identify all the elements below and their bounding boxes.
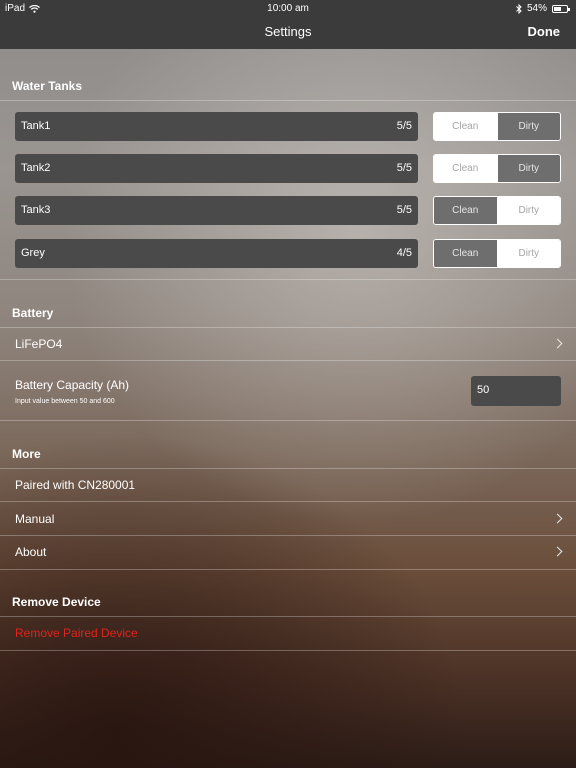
dirty-segment[interactable]: Dirty — [497, 113, 560, 140]
clean-segment[interactable]: Clean — [434, 197, 498, 224]
status-bar: iPad 10:00 am 54% — [0, 0, 576, 18]
remove-paired-device-button[interactable]: Remove Paired Device — [15, 626, 138, 640]
chevron-right-icon — [552, 338, 563, 349]
tank-level: 5/5 — [396, 204, 412, 216]
tank-level-bar: Tank3 5/5 — [15, 196, 418, 225]
separator — [0, 468, 576, 469]
remove-device-header: Remove Device — [12, 595, 101, 609]
water-tanks-header: Water Tanks — [12, 79, 83, 93]
tank-name: Grey — [21, 247, 45, 259]
tank-level-bar: Tank2 5/5 — [15, 154, 418, 183]
manual-row[interactable]: Manual — [15, 512, 54, 526]
tank-level: 5/5 — [396, 162, 412, 174]
separator — [0, 501, 576, 502]
dirty-segment[interactable]: Dirty — [497, 197, 560, 224]
more-header: More — [12, 447, 41, 461]
tank-level-bar: Grey 4/5 — [15, 239, 418, 268]
clean-segment[interactable]: Clean — [434, 240, 498, 267]
separator — [0, 650, 576, 651]
dirty-segment[interactable]: Dirty — [497, 155, 560, 182]
tank1-clean-dirty-control[interactable]: Clean Dirty — [433, 112, 561, 141]
tank-level-bar: Tank1 5/5 — [15, 112, 418, 141]
battery-type-row[interactable]: LiFePO4 — [15, 337, 62, 351]
tank-name: Tank3 — [21, 204, 51, 216]
status-time: 10:00 am — [267, 3, 309, 14]
separator — [0, 360, 576, 361]
battery-capacity-input[interactable]: 50 — [471, 376, 561, 406]
dirty-segment[interactable]: Dirty — [497, 240, 560, 267]
tank-level: 5/5 — [396, 120, 412, 132]
tank3-clean-dirty-control[interactable]: Clean Dirty — [433, 196, 561, 225]
tank2-clean-dirty-control[interactable]: Clean Dirty — [433, 154, 561, 183]
grey-clean-dirty-control[interactable]: Clean Dirty — [433, 239, 561, 268]
about-row[interactable]: About — [15, 545, 46, 559]
battery-icon — [552, 4, 570, 13]
done-button[interactable]: Done — [528, 24, 561, 39]
chevron-right-icon — [552, 546, 563, 557]
separator — [0, 279, 576, 280]
separator — [0, 535, 576, 536]
battery-percent: 54% — [526, 3, 547, 14]
clean-segment[interactable]: Clean — [434, 155, 498, 182]
bluetooth-icon — [516, 3, 522, 14]
separator — [0, 327, 576, 328]
tank-level: 4/5 — [396, 247, 412, 259]
tank-name: Tank1 — [21, 120, 51, 132]
navigation-bar: Settings Done — [0, 18, 576, 49]
page-title: Settings — [264, 24, 312, 39]
paired-device-row: Paired with CN280001 — [15, 478, 136, 492]
battery-capacity-label: Battery Capacity (Ah) — [15, 378, 130, 392]
tank-name: Tank2 — [21, 162, 51, 174]
separator — [0, 569, 576, 570]
clean-segment[interactable]: Clean — [434, 113, 498, 140]
separator — [0, 100, 576, 101]
chevron-right-icon — [552, 513, 563, 524]
separator — [0, 420, 576, 421]
battery-header: Battery — [12, 306, 54, 320]
separator — [0, 616, 576, 617]
battery-capacity-hint: Input value between 50 and 600 — [15, 398, 115, 405]
status-bar-right: 54% — [516, 3, 570, 14]
